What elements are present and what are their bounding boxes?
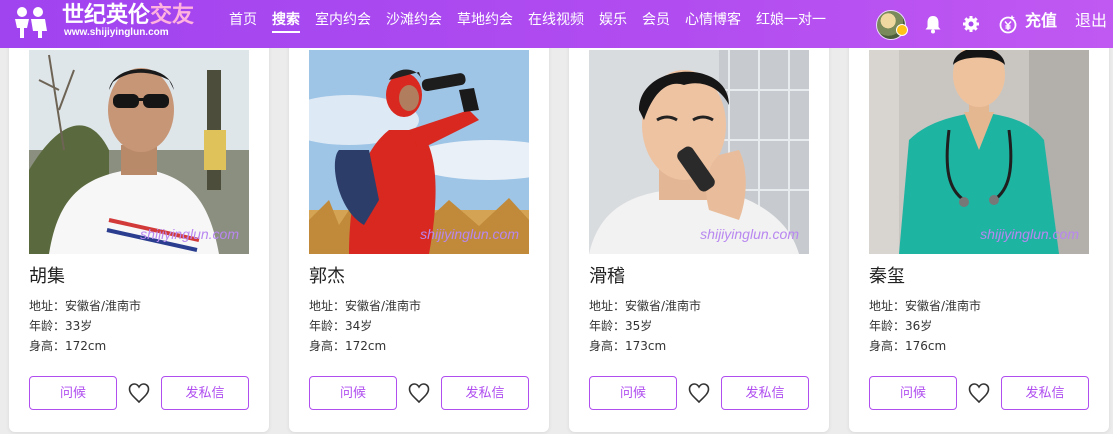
photo-man-shaving-icon bbox=[589, 50, 809, 254]
recharge-button[interactable]: 充值 bbox=[1025, 11, 1057, 31]
private-message-button[interactable]: 发私信 bbox=[161, 376, 249, 410]
profile-photo[interactable]: shijiyinglun.com bbox=[29, 50, 249, 254]
photo-watermark: shijiyinglun.com bbox=[700, 226, 799, 242]
couple-logo-icon[interactable] bbox=[12, 6, 48, 40]
logout-button[interactable]: 退出 bbox=[1075, 11, 1107, 31]
nav-item-beach-date[interactable]: 沙滩约会 bbox=[386, 11, 442, 29]
nav-item-matchmaker[interactable]: 红娘一对一 bbox=[756, 11, 826, 29]
recharge-coin-icon[interactable] bbox=[997, 13, 1019, 35]
profile-age: 年龄：36岁 bbox=[869, 319, 933, 333]
profile-address: 地址：安徽省/淮南市 bbox=[29, 299, 142, 313]
profile-photo[interactable]: shijiyinglun.com bbox=[869, 50, 1089, 254]
profile-photo[interactable]: shijiyinglun.com bbox=[309, 50, 529, 254]
greet-button[interactable]: 问候 bbox=[869, 376, 957, 410]
notification-bell-icon[interactable] bbox=[922, 13, 944, 35]
private-message-button[interactable]: 发私信 bbox=[1001, 376, 1089, 410]
profile-age: 年龄：35岁 bbox=[589, 319, 653, 333]
profile-card: shijiyinglun.com 滑稽 地址：安徽省/淮南市 年龄：35岁 身高… bbox=[569, 40, 829, 432]
profile-height: 身高：172cm bbox=[309, 339, 387, 353]
photo-watermark: shijiyinglun.com bbox=[980, 226, 1079, 242]
profile-photo[interactable]: shijiyinglun.com bbox=[589, 50, 809, 254]
profile-height: 身高：172cm bbox=[29, 339, 107, 353]
heart-like-icon[interactable] bbox=[687, 381, 711, 405]
greet-button[interactable]: 问候 bbox=[29, 376, 117, 410]
vip-badge-icon bbox=[896, 24, 908, 36]
profile-age: 年龄：34岁 bbox=[309, 319, 373, 333]
profile-name[interactable]: 滑稽 bbox=[589, 266, 625, 288]
profile-name[interactable]: 郭杰 bbox=[309, 266, 345, 288]
greet-button[interactable]: 问候 bbox=[309, 376, 397, 410]
private-message-button[interactable]: 发私信 bbox=[721, 376, 809, 410]
photo-man-sunglasses-icon bbox=[29, 50, 249, 254]
profile-name[interactable]: 秦玺 bbox=[869, 266, 905, 288]
photo-man-scrubs-icon bbox=[869, 50, 1089, 254]
heart-like-icon[interactable] bbox=[407, 381, 431, 405]
brand-url: www.shijiyinglun.com bbox=[64, 27, 169, 38]
photo-man-red-jacket-icon bbox=[309, 50, 529, 254]
nav-item-search[interactable]: 搜索 bbox=[272, 11, 300, 33]
profile-address: 地址：安徽省/淮南市 bbox=[309, 299, 422, 313]
greet-button[interactable]: 问候 bbox=[589, 376, 677, 410]
photo-watermark: shijiyinglun.com bbox=[140, 226, 239, 242]
profile-card: shijiyinglun.com 秦玺 地址：安徽省/淮南市 年龄：36岁 身高… bbox=[849, 40, 1109, 432]
nav-item-grass-date[interactable]: 草地约会 bbox=[457, 11, 513, 29]
profile-height: 身高：173cm bbox=[589, 339, 667, 353]
profile-age: 年龄：33岁 bbox=[29, 319, 93, 333]
heart-like-icon[interactable] bbox=[967, 381, 991, 405]
nav-item-home[interactable]: 首页 bbox=[229, 11, 257, 29]
nav-item-entertainment[interactable]: 娱乐 bbox=[599, 11, 627, 29]
profile-card: shijiyinglun.com 郭杰 地址：安徽省/淮南市 年龄：34岁 身高… bbox=[289, 40, 549, 432]
top-navigation-bar: 世纪英伦交友 www.shijiyinglun.com 首页 搜索 室内约会 沙… bbox=[0, 0, 1113, 48]
nav-item-indoor-date[interactable]: 室内约会 bbox=[315, 11, 371, 29]
profile-address: 地址：安徽省/淮南市 bbox=[869, 299, 982, 313]
private-message-button[interactable]: 发私信 bbox=[441, 376, 529, 410]
nav-item-mood-blog[interactable]: 心情博客 bbox=[685, 11, 741, 29]
heart-like-icon[interactable] bbox=[127, 381, 151, 405]
brand-name[interactable]: 世纪英伦交友 bbox=[62, 3, 194, 29]
settings-gear-icon[interactable] bbox=[960, 13, 982, 35]
profile-card: shijiyinglun.com 胡集 地址：安徽省/淮南市 年龄：33岁 身高… bbox=[9, 40, 269, 432]
profile-height: 身高：176cm bbox=[869, 339, 947, 353]
nav-item-membership[interactable]: 会员 bbox=[642, 11, 670, 29]
profile-name[interactable]: 胡集 bbox=[29, 266, 65, 288]
profile-address: 地址：安徽省/淮南市 bbox=[589, 299, 702, 313]
nav-item-online-video[interactable]: 在线视频 bbox=[528, 11, 584, 29]
photo-watermark: shijiyinglun.com bbox=[420, 226, 519, 242]
